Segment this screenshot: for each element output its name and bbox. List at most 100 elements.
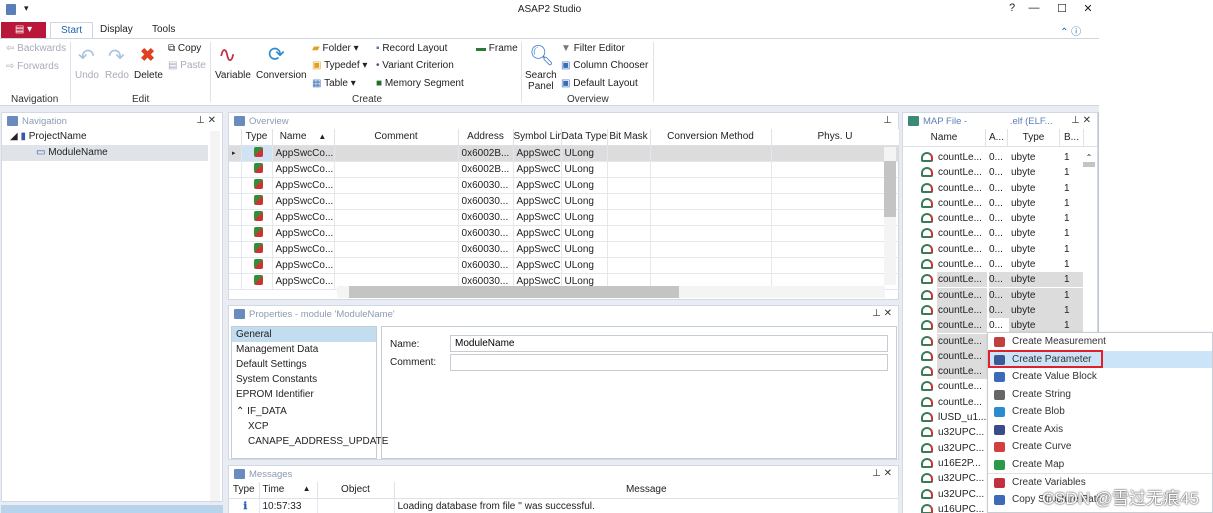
table-row[interactable]: AppSwcCo... 0x6002B...AppSwcC...ULong — [229, 161, 900, 178]
map-vscrollbar[interactable]: ⌃ — [1083, 153, 1095, 323]
delete-icon[interactable]: ✖ — [140, 45, 155, 66]
map-symbol-row[interactable]: countLe... 0... ubyte 1 — [903, 211, 1097, 226]
navigation-footer-tab[interactable] — [1, 505, 223, 513]
help-icon[interactable]: ? — [1002, 2, 1022, 14]
variable-icon[interactable]: ∿ — [218, 42, 236, 68]
menu-item-create-blob[interactable]: Create Blob — [988, 403, 1212, 421]
properties-section-management-data[interactable]: Management Data — [232, 342, 376, 357]
column-header-data-type[interactable]: Data Type — [561, 129, 608, 146]
copy-button[interactable]: ⧉ Copy — [168, 43, 201, 54]
backwards-button[interactable]: ⇦ Backwards — [6, 43, 66, 54]
typedef-button[interactable]: ▣ Typedef ▾ — [312, 60, 367, 71]
file-menu-button[interactable]: ▤ ▾ — [1, 22, 46, 38]
map-symbol-row[interactable]: countLe... 0... ubyte 1 — [903, 302, 1097, 318]
column-header-comment[interactable]: Comment — [334, 129, 459, 146]
paste-button[interactable]: ▤ Paste — [168, 60, 206, 71]
panel-pin-close[interactable]: ⊥ ✕ — [872, 308, 892, 319]
tree-item-module[interactable]: ▭ ModuleName — [2, 145, 208, 161]
menu-item-create-measurement[interactable]: Create Measurement — [988, 333, 1212, 351]
table-row[interactable]: AppSwcCo... 0x60030...AppSwcC...ULong — [229, 225, 900, 242]
column-header-object[interactable]: Object — [317, 482, 395, 499]
column-header-address[interactable]: A... — [986, 129, 1008, 146]
table-row[interactable]: AppSwcCo... 0x60030...AppSwcC...ULong — [229, 241, 900, 258]
scroll-thumb[interactable] — [349, 286, 679, 298]
column-chooser-button[interactable]: ▣ Column Chooser — [561, 60, 648, 71]
forwards-button[interactable]: ⇨ Forwards — [6, 61, 59, 72]
frame-button[interactable]: ▬ Frame — [476, 43, 518, 54]
delete-button[interactable]: Delete — [134, 70, 163, 81]
map-symbol-row[interactable]: countLe... 0... ubyte 1 — [903, 242, 1097, 257]
navigation-scrollbar[interactable] — [210, 131, 220, 501]
column-header-type[interactable]: Type — [241, 129, 273, 146]
comment-field[interactable] — [450, 354, 888, 371]
conversion-button[interactable]: Conversion — [256, 70, 307, 81]
column-header-type[interactable]: Type — [229, 482, 260, 499]
maximize-button[interactable]: ☐ — [1052, 2, 1072, 15]
tree-item-project[interactable]: ◢ ▮ ProjectName — [2, 129, 222, 145]
map-symbol-row[interactable]: countLe... 0... ubyte 1 — [903, 181, 1097, 196]
column-header-time[interactable]: Time ▲ — [259, 482, 318, 499]
tab-start[interactable]: Start — [50, 22, 94, 38]
scroll-thumb[interactable] — [884, 161, 896, 217]
column-header-bit-mask[interactable]: Bit Mask — [607, 129, 651, 146]
undo-button[interactable]: Undo — [75, 70, 99, 81]
variant-criterion-button[interactable]: • Variant Criterion — [376, 60, 454, 71]
properties-subsection-canape_address_update[interactable]: CANAPE_ADDRESS_UPDATE — [232, 434, 388, 449]
menu-item-create-curve[interactable]: Create Curve — [988, 438, 1212, 456]
name-field[interactable] — [450, 335, 888, 352]
column-header-phys-u[interactable]: Phys. U — [771, 129, 900, 146]
memory-segment-button[interactable]: ■ Memory Segment — [376, 78, 464, 89]
panel-pin-close[interactable]: ⊥ ✕ — [196, 115, 216, 126]
search-panel-button[interactable]: Search Panel — [525, 70, 557, 92]
undo-icon[interactable]: ↶ — [78, 44, 95, 69]
panel-pin-close[interactable]: ⊥ ✕ — [1071, 115, 1091, 126]
panel-pin[interactable]: ⊥ — [883, 115, 892, 126]
folder-button[interactable]: ▰ Folder ▾ — [312, 43, 359, 54]
menu-item-create-string[interactable]: Create String — [988, 386, 1212, 404]
minimize-button[interactable]: — — [1024, 2, 1044, 14]
properties-subsection-xcp[interactable]: XCP — [232, 419, 376, 434]
filter-editor-button[interactable]: ▼ Filter Editor — [561, 43, 625, 54]
ribbon-collapse-icon[interactable]: ⌃ ⓘ — [1060, 23, 1081, 38]
map-symbol-row[interactable]: countLe... 0... ubyte 1 — [903, 272, 1097, 288]
default-layout-button[interactable]: ▣ Default Layout — [561, 78, 638, 89]
table-row[interactable]: AppSwcCo... 0x60030...AppSwcC...ULong — [229, 193, 900, 210]
record-layout-button[interactable]: ▪ Record Layout — [376, 43, 447, 54]
map-symbol-row[interactable]: countLe... 0... ubyte 1 — [903, 165, 1097, 180]
properties-section-if-data[interactable]: ⌃ IF_DATA — [232, 404, 376, 419]
column-header-name[interactable]: Name ▲ — [272, 129, 335, 146]
table-row[interactable]: AppSwcCo... 0x60030...AppSwcC...ULong — [229, 177, 900, 194]
panel-pin-close[interactable]: ⊥ ✕ — [872, 468, 892, 479]
scroll-thumb[interactable] — [1083, 162, 1095, 167]
column-header-bytes[interactable]: B... — [1060, 129, 1084, 146]
menu-item-create-value-block[interactable]: Create Value Block — [988, 368, 1212, 386]
table-row[interactable]: ▸ AppSwcCo... 0x6002B...AppSwcC...ULong — [229, 145, 900, 162]
column-header-conversion-method[interactable]: Conversion Method — [650, 129, 772, 146]
tab-display[interactable]: Display — [90, 22, 143, 38]
message-row[interactable]: ℹ 10:57:33 Loading database from file ''… — [229, 498, 899, 513]
column-header-address[interactable]: Address — [458, 129, 514, 146]
map-symbol-row[interactable]: countLe... 0... ubyte 1 — [903, 287, 1097, 303]
properties-section-system-constants[interactable]: System Constants — [232, 372, 376, 387]
properties-section-general[interactable]: General — [232, 327, 376, 342]
table-row[interactable]: AppSwcCo... 0x60030...AppSwcC...ULong — [229, 257, 900, 274]
search-icon[interactable]: 🔍︎ — [529, 43, 554, 68]
properties-section-eprom-identifier[interactable]: EPROM Identifier — [232, 387, 376, 402]
table-row[interactable]: AppSwcCo... 0x60030...AppSwcC...ULong — [229, 209, 900, 226]
close-button[interactable]: ✕ — [1078, 2, 1098, 15]
menu-item-create-map[interactable]: Create Map — [988, 456, 1212, 474]
map-symbol-row[interactable]: countLe... 0... ubyte 1 — [903, 257, 1097, 272]
scroll-up-icon[interactable]: ⌃ — [1083, 153, 1095, 162]
tab-tools[interactable]: Tools — [142, 22, 185, 38]
overview-vscrollbar[interactable] — [884, 147, 896, 285]
properties-section-default-settings[interactable]: Default Settings — [232, 357, 376, 372]
column-header-message[interactable]: Message — [394, 482, 899, 499]
overview-hscrollbar[interactable] — [337, 286, 885, 298]
map-symbol-row[interactable]: countLe... 0... ubyte 1 — [903, 196, 1097, 211]
map-symbol-row[interactable]: countLe... 0... ubyte 1 — [903, 226, 1097, 241]
column-header-name[interactable]: Name — [903, 129, 986, 146]
column-header-type[interactable]: Type — [1008, 129, 1060, 146]
menu-item-create-axis[interactable]: Create Axis — [988, 421, 1212, 439]
map-symbol-row[interactable]: countLe... 0... ubyte 1 — [903, 150, 1097, 165]
table-button[interactable]: ▦ Table ▾ — [312, 78, 356, 89]
